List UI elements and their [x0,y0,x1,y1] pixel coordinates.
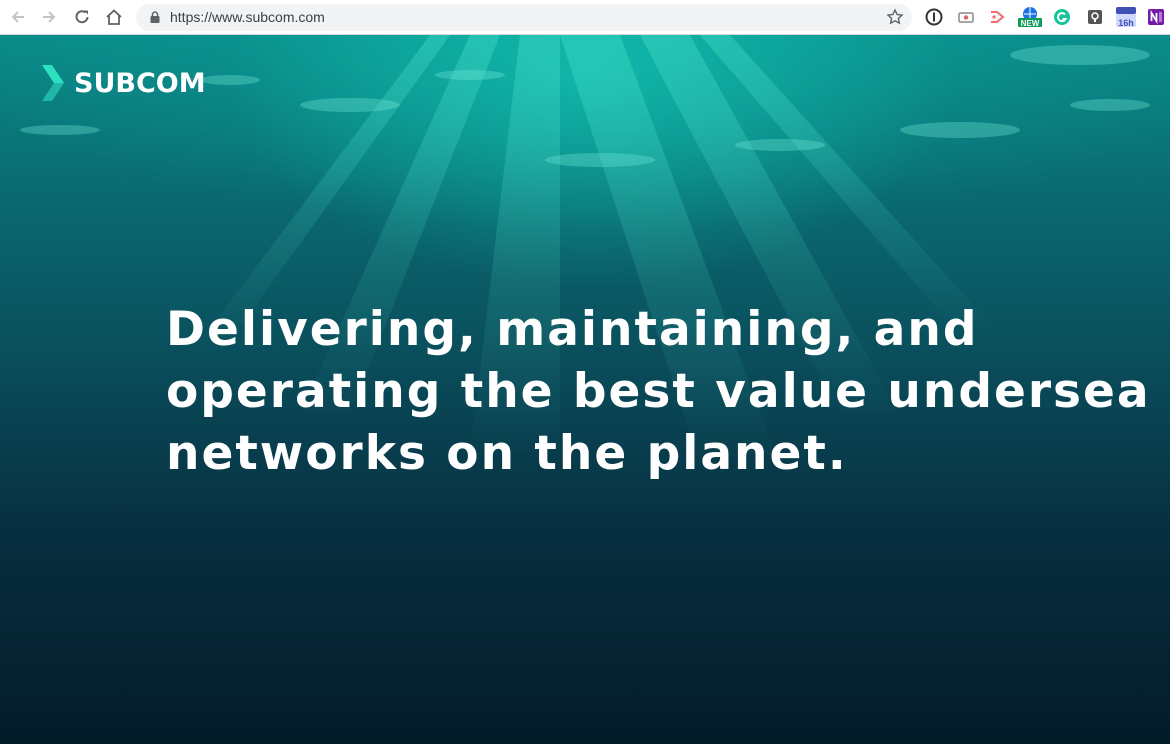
cast-icon[interactable] [987,7,1007,27]
calendar-icon[interactable]: 16h [1114,7,1138,28]
grammarly-icon[interactable] [1052,7,1072,27]
address-bar[interactable]: https://www.subcom.com [136,4,912,31]
headline-line: networks on the planet. [166,426,848,481]
screen-capture-icon[interactable] [956,7,976,27]
hero-section: SUBCOM Delivering, maintaining, and oper… [0,35,1170,744]
keep-icon[interactable] [1085,7,1105,27]
hero-headline: Delivering, maintaining, and operating t… [166,299,1156,485]
globe-new-icon[interactable]: NEW [1018,7,1042,28]
bookmark-star-icon[interactable] [886,8,904,26]
browser-toolbar: https://www.subcom.com NEW 16h [0,0,1170,35]
lock-icon [150,11,160,23]
1password-icon[interactable] [924,7,944,27]
arrow-right-icon [43,11,56,23]
logo-text: SUBCOM [74,67,206,99]
headline-line: operating the best value undersea [166,364,1151,419]
home-button[interactable] [103,6,125,28]
subcom-logo-mark-icon [42,65,64,101]
reload-button[interactable] [71,6,93,28]
home-icon [106,9,122,25]
reload-icon [75,10,89,24]
calendar-badge: 16h [1118,18,1134,28]
back-button[interactable] [7,6,29,28]
new-badge: NEW [1020,19,1040,28]
headline-line: Delivering, maintaining, and [166,302,979,357]
url-text: https://www.subcom.com [170,9,325,25]
forward-button[interactable] [38,6,60,28]
arrow-left-icon [11,11,24,23]
subcom-logo[interactable]: SUBCOM [40,65,206,101]
onenote-icon[interactable] [1146,7,1166,27]
